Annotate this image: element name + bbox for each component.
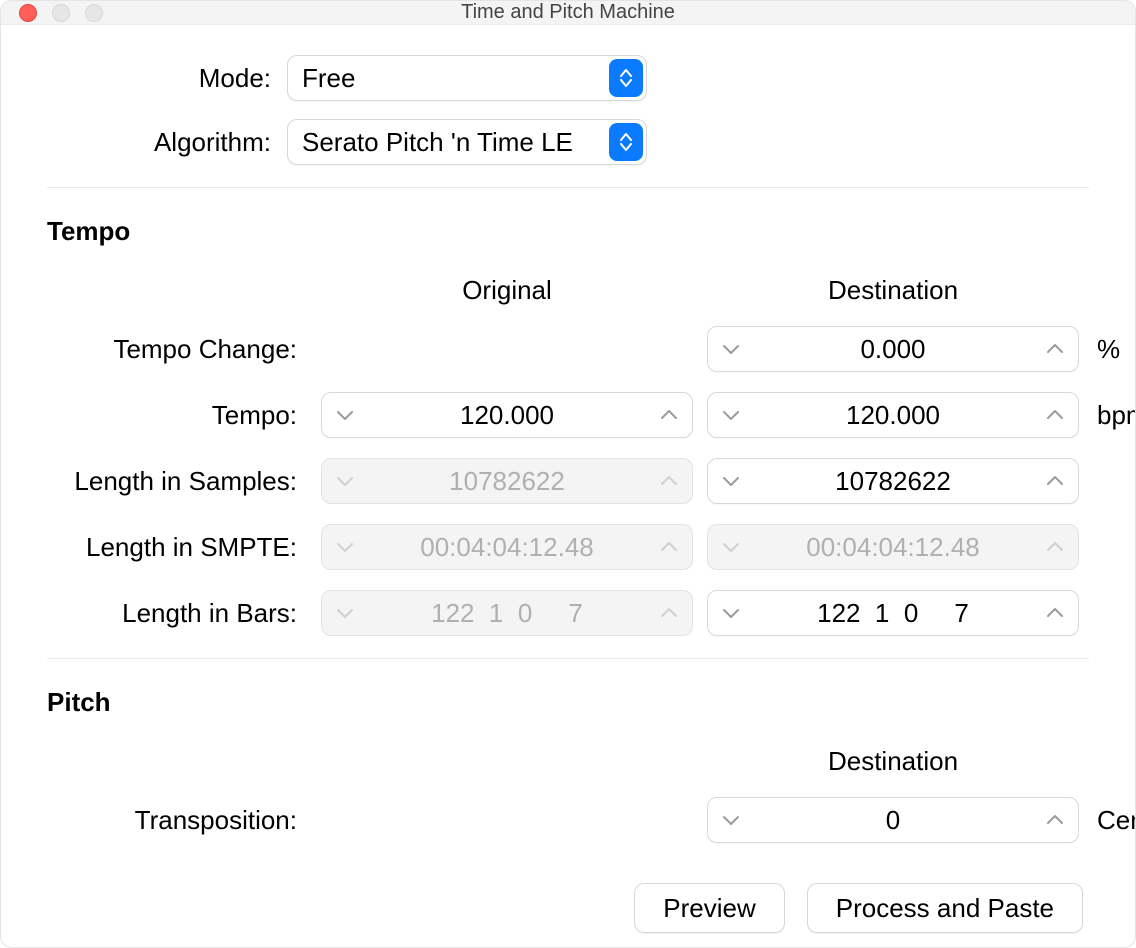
window-title: Time and Pitch Machine: [461, 1, 675, 24]
chevron-up-icon[interactable]: [1038, 803, 1072, 837]
tempo-change-label: Tempo Change:: [47, 334, 307, 365]
algorithm-row: Algorithm: Serato Pitch 'n Time LE: [47, 119, 1089, 165]
algorithm-select-value: Serato Pitch 'n Time LE: [302, 127, 573, 158]
mode-row: Mode: Free: [47, 55, 1089, 101]
chevron-down-icon[interactable]: [714, 332, 748, 366]
transposition-dest-value: 0: [748, 805, 1038, 836]
chevron-up-icon: [652, 530, 686, 564]
length-bars-orig-stepper: 122 1 0 7: [321, 590, 693, 636]
pitch-col-destination-header: Destination: [707, 746, 1079, 777]
length-smpte-dest-value: 00:04:04:12.48: [748, 532, 1038, 563]
titlebar: Time and Pitch Machine: [1, 1, 1135, 25]
window: Time and Pitch Machine Mode: Free Algori…: [0, 0, 1136, 948]
mode-select-value: Free: [302, 63, 355, 94]
preview-button-label: Preview: [663, 893, 755, 924]
chevron-down-icon: [714, 530, 748, 564]
mode-select[interactable]: Free: [287, 55, 647, 101]
length-bars-dest-stepper[interactable]: 122 1 0 7: [707, 590, 1079, 636]
tempo-change-dest-value: 0.000: [748, 334, 1038, 365]
algorithm-select[interactable]: Serato Pitch 'n Time LE: [287, 119, 647, 165]
tempo-dest-value: 120.000: [748, 400, 1038, 431]
length-bars-label: Length in Bars:: [47, 598, 307, 629]
transposition-label: Transposition:: [47, 805, 307, 836]
length-samples-label: Length in Samples:: [47, 466, 307, 497]
pitch-grid: Destination Transposition: 0 Cent: [47, 746, 1089, 843]
length-samples-dest-stepper[interactable]: 10782622: [707, 458, 1079, 504]
tempo-section: Tempo Original Destination Tempo Change:…: [47, 216, 1089, 636]
tempo-grid: Original Destination Tempo Change: 0.000…: [47, 275, 1089, 636]
tempo-section-title: Tempo: [47, 216, 1089, 247]
tempo-change-unit: %: [1093, 334, 1136, 365]
length-smpte-orig-stepper: 00:04:04:12.48: [321, 524, 693, 570]
chevron-down-icon[interactable]: [714, 803, 748, 837]
minimize-button[interactable]: [52, 4, 70, 22]
chevron-up-icon[interactable]: [1038, 464, 1072, 498]
chevron-up-icon: [652, 596, 686, 630]
updown-icon: [609, 59, 643, 97]
process-and-paste-button-label: Process and Paste: [836, 893, 1054, 924]
length-bars-dest-value: 122 1 0 7: [748, 598, 1038, 629]
col-destination-header: Destination: [707, 275, 1079, 306]
length-smpte-label: Length in SMPTE:: [47, 532, 307, 563]
tempo-orig-value: 120.000: [362, 400, 652, 431]
length-smpte-orig-value: 00:04:04:12.48: [362, 532, 652, 563]
length-samples-orig-value: 10782622: [362, 466, 652, 497]
col-original-header: Original: [321, 275, 693, 306]
transposition-dest-stepper[interactable]: 0: [707, 797, 1079, 843]
pitch-section: Pitch Destination Transposition: 0 Cent: [47, 687, 1089, 843]
length-samples-orig-stepper: 10782622: [321, 458, 693, 504]
chevron-down-icon: [328, 464, 362, 498]
algorithm-label: Algorithm:: [47, 127, 287, 158]
process-and-paste-button[interactable]: Process and Paste: [807, 883, 1083, 933]
close-button[interactable]: [19, 4, 37, 22]
traffic-lights: [19, 4, 103, 22]
tempo-label: Tempo:: [47, 400, 307, 431]
length-samples-dest-value: 10782622: [748, 466, 1038, 497]
chevron-up-icon[interactable]: [1038, 596, 1072, 630]
preview-button[interactable]: Preview: [634, 883, 784, 933]
chevron-up-icon[interactable]: [1038, 332, 1072, 366]
buttons-row: Preview Process and Paste: [47, 883, 1089, 933]
chevron-up-icon: [652, 464, 686, 498]
length-smpte-dest-stepper: 00:04:04:12.48: [707, 524, 1079, 570]
length-bars-orig-value: 122 1 0 7: [362, 598, 652, 629]
tempo-orig-stepper[interactable]: 120.000: [321, 392, 693, 438]
updown-icon: [609, 123, 643, 161]
chevron-down-icon[interactable]: [714, 464, 748, 498]
chevron-down-icon: [328, 596, 362, 630]
transposition-unit: Cent: [1093, 805, 1136, 836]
chevron-up-icon[interactable]: [652, 398, 686, 432]
content: Mode: Free Algorithm: Serato Pitch 'n Ti…: [1, 25, 1135, 948]
divider: [47, 658, 1089, 659]
pitch-section-title: Pitch: [47, 687, 1089, 718]
tempo-change-dest-stepper[interactable]: 0.000: [707, 326, 1079, 372]
chevron-down-icon[interactable]: [328, 398, 362, 432]
tempo-dest-stepper[interactable]: 120.000: [707, 392, 1079, 438]
mode-label: Mode:: [47, 63, 287, 94]
tempo-unit: bpm: [1093, 400, 1136, 431]
chevron-up-icon[interactable]: [1038, 398, 1072, 432]
divider: [47, 187, 1089, 188]
chevron-up-icon: [1038, 530, 1072, 564]
chevron-down-icon[interactable]: [714, 596, 748, 630]
zoom-button[interactable]: [85, 4, 103, 22]
chevron-down-icon: [328, 530, 362, 564]
chevron-down-icon[interactable]: [714, 398, 748, 432]
